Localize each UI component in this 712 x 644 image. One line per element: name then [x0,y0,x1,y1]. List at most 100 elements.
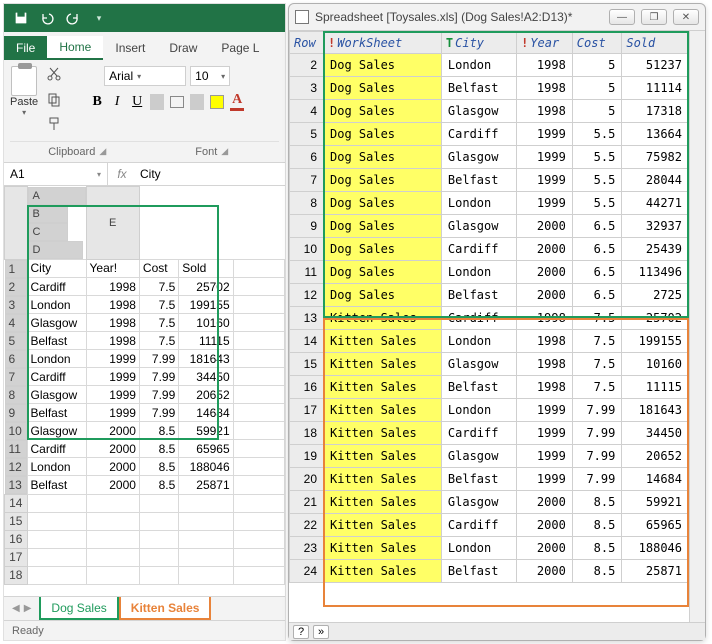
cell-cost[interactable]: 5 [572,100,622,123]
cell-cost[interactable]: 8.5 [572,560,622,583]
cell-worksheet[interactable]: Kitten Sales [324,422,442,445]
table-row[interactable]: 4Glasgow19987.510160 [5,314,285,332]
row-number[interactable]: 11 [290,261,324,284]
cell-year[interactable]: 1998 [517,77,573,100]
cell-year[interactable]: 1998 [517,353,573,376]
cell-cost[interactable]: 7.99 [572,445,622,468]
cell[interactable] [233,259,284,278]
row-number[interactable]: 17 [290,399,324,422]
cell[interactable]: 1999 [86,350,139,368]
table-row[interactable]: 4 Dog Sales Glasgow 1998 5 17318 [290,100,689,123]
cell[interactable] [233,548,284,566]
table-row[interactable]: 13 Kitten Sales Cardiff 1998 7.5 25702 [290,307,689,330]
col-header-A[interactable]: A [28,187,86,205]
cell-worksheet[interactable]: Dog Sales [324,238,442,261]
row-number[interactable]: 4 [290,100,324,123]
cell-year[interactable]: 2000 [517,491,573,514]
cell-year[interactable]: 1999 [517,192,573,215]
cell-cost[interactable]: 7.5 [572,330,622,353]
row-number[interactable]: 2 [290,54,324,77]
cell-year[interactable]: 2000 [517,537,573,560]
cell[interactable] [233,350,284,368]
cell-sold[interactable]: 75982 [622,146,689,169]
cell[interactable]: London [27,350,86,368]
cell-year[interactable]: 1999 [517,422,573,445]
data-window-titlebar[interactable]: Spreadsheet [Toysales.xls] (Dog Sales!A2… [289,4,705,30]
cell-year[interactable]: 1999 [517,169,573,192]
cell[interactable]: 25871 [179,476,233,495]
cell-year[interactable]: 1999 [517,445,573,468]
table-row[interactable]: 17 Kitten Sales London 1999 7.99 181643 [290,399,689,422]
row-number[interactable]: 12 [290,284,324,307]
row-header[interactable]: 12 [5,458,27,476]
tab-page-layout[interactable]: Page L [209,36,271,60]
cell[interactable]: 8.5 [139,458,178,476]
cell-year[interactable]: 1999 [517,123,573,146]
table-row[interactable]: 10 Dog Sales Cardiff 2000 6.5 25439 [290,238,689,261]
cell[interactable]: Glasgow [27,422,86,440]
cell[interactable]: Glasgow [27,386,86,404]
cell[interactable]: 1998 [86,296,139,314]
cell[interactable]: 1999 [86,404,139,422]
cell-year[interactable]: 2000 [517,238,573,261]
row-header[interactable]: 1 [5,260,27,278]
cell-sold[interactable]: 25871 [622,560,689,583]
cell-worksheet[interactable]: Kitten Sales [324,514,442,537]
cell-cost[interactable]: 8.5 [572,537,622,560]
cell-worksheet[interactable]: Kitten Sales [324,468,442,491]
table-row[interactable]: 15 [5,512,285,530]
table-row[interactable]: 6 Dog Sales Glasgow 1999 5.5 75982 [290,146,689,169]
cell-worksheet[interactable]: Dog Sales [324,284,442,307]
redo-icon[interactable] [64,9,82,27]
file-tab[interactable]: File [4,36,47,60]
cell[interactable]: 25702 [179,278,233,296]
col-header-sold[interactable]: Sold [622,32,689,54]
row-header[interactable]: 16 [5,530,28,548]
col-header-worksheet[interactable]: !WorkSheet [324,32,442,54]
sheet-nav-prev-icon[interactable]: ◀ [12,603,20,614]
cell-city[interactable]: Glasgow [441,445,516,468]
col-header-B[interactable]: B [28,205,68,223]
maximize-button[interactable]: ❐ [641,9,667,25]
table-row[interactable]: 7 Dog Sales Belfast 1999 5.5 28044 [290,169,689,192]
row-number[interactable]: 21 [290,491,324,514]
cell-city[interactable]: Cardiff [441,422,516,445]
cell-worksheet[interactable]: Dog Sales [324,146,442,169]
cell[interactable] [86,512,139,530]
table-row[interactable]: 10Glasgow20008.559921 [5,422,285,440]
cell-city[interactable]: London [441,399,516,422]
cell-sold[interactable]: 13664 [622,123,689,146]
table-row[interactable]: 16 [5,530,285,548]
row-number[interactable]: 6 [290,146,324,169]
cell[interactable]: 7.99 [139,368,178,386]
cell-city[interactable]: London [441,192,516,215]
cell-cost[interactable]: 8.5 [572,514,622,537]
cell-cost[interactable]: 6.5 [572,261,622,284]
cell[interactable]: 1999 [86,368,139,386]
cell[interactable] [27,494,86,512]
cell[interactable] [233,476,284,495]
table-row[interactable]: 14 [5,494,285,512]
cell-city[interactable]: Glasgow [441,215,516,238]
cell[interactable] [27,566,86,584]
table-row[interactable]: 5 Dog Sales Cardiff 1999 5.5 13664 [290,123,689,146]
spreadsheet-grid[interactable]: ABCDE1CityYear!CostSold2Cardiff19987.525… [4,186,285,596]
cell[interactable]: 7.99 [139,386,178,404]
row-number[interactable]: 3 [290,77,324,100]
cell-sold[interactable]: 2725 [622,284,689,307]
help-button[interactable]: ? [293,625,309,639]
cell[interactable]: Belfast [27,404,86,422]
cell-cost[interactable]: 7.99 [572,468,622,491]
more-button[interactable]: » [313,625,329,639]
cell-sold[interactable]: 59921 [622,491,689,514]
cell[interactable]: Belfast [27,476,86,495]
table-row[interactable]: 18 Kitten Sales Cardiff 1999 7.99 34450 [290,422,689,445]
cell[interactable] [179,494,233,512]
row-header[interactable]: 3 [5,296,27,314]
table-row[interactable]: 9Belfast19997.9914684 [5,404,285,422]
table-row[interactable]: 2 Dog Sales London 1998 5 51237 [290,54,689,77]
table-row[interactable]: 1CityYear!CostSold [5,259,285,278]
cell[interactable] [233,332,284,350]
cell-city[interactable]: Belfast [441,468,516,491]
cell-sold[interactable]: 25702 [622,307,689,330]
